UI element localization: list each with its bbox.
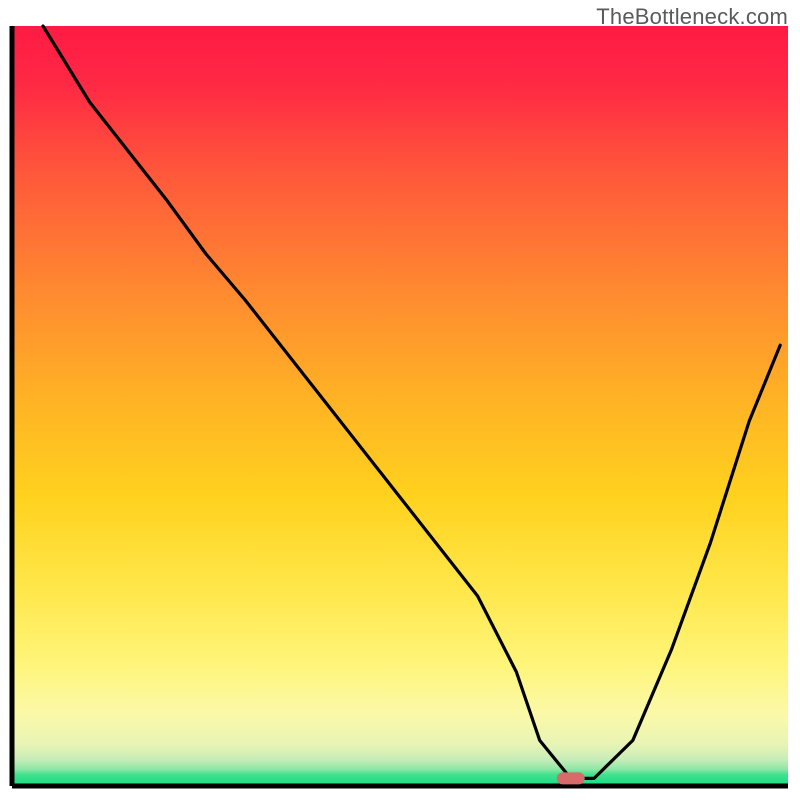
chart-container: TheBottleneck.com <box>0 0 800 800</box>
gradient-background <box>12 26 788 786</box>
bottleneck-chart <box>0 0 800 800</box>
optimal-point-marker <box>557 772 585 784</box>
watermark-text: TheBottleneck.com <box>596 4 788 30</box>
